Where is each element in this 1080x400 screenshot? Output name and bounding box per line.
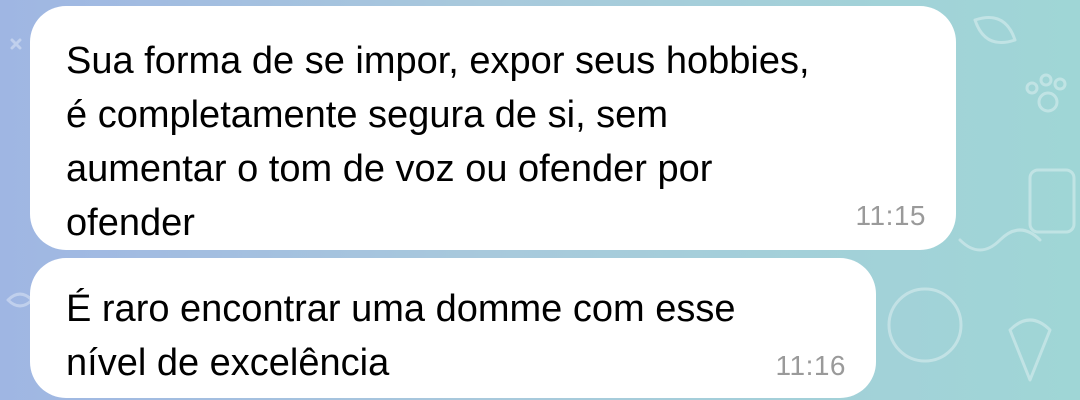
message-timestamp: 11:16 [775,350,846,381]
ice-cream-icon [1008,318,1052,382]
paw-icon [1025,73,1067,113]
flower-doodle-icon [6,292,34,308]
coconut-doodle-icon [887,287,963,363]
card-doodle-icon [1028,168,1076,234]
message-timestamp: 11:15 [855,200,926,231]
message-text: Sua forma de se impor, expor seus hobbie… [66,40,810,244]
message-text: É raro encontrar uma domme com esse níve… [66,288,736,384]
message-bubble[interactable]: Sua forma de se impor, expor seus hobbie… [30,6,956,250]
squiggle-doodle-icon [958,228,1042,252]
message-bubble[interactable]: É raro encontrar uma domme com esse níve… [30,258,876,398]
leaf-doodle-icon [973,16,1017,44]
sparkle-doodle-icon [10,38,22,50]
